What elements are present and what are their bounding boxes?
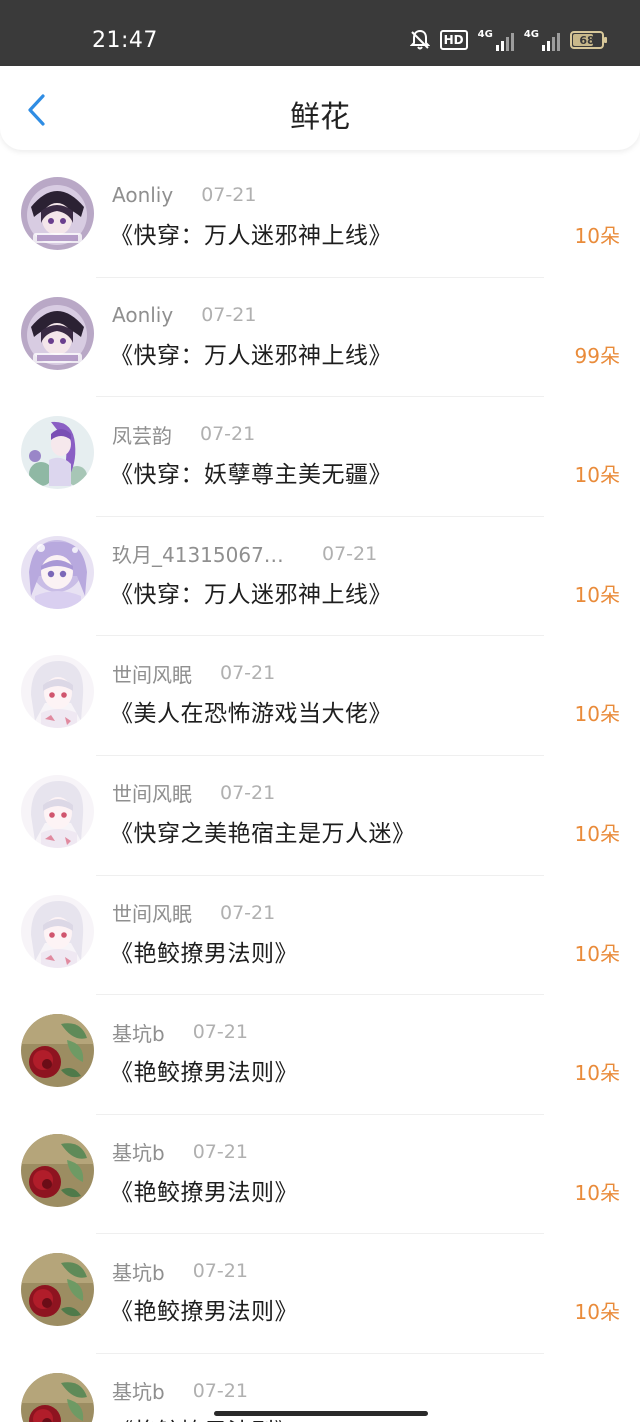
avatar[interactable] — [21, 416, 94, 490]
flower-count: 10朵 — [574, 941, 620, 966]
gift-date: 07-21 — [200, 423, 256, 446]
battery-level: 68 — [579, 33, 595, 47]
user-name[interactable]: 基坑b — [112, 1257, 165, 1286]
avatar[interactable] — [21, 1372, 94, 1422]
user-line: 世间风眠 07-21 — [112, 898, 276, 927]
gift-date: 07-21 — [192, 1260, 248, 1283]
user-name[interactable]: 基坑b — [112, 1137, 165, 1166]
flower-count: 10朵 — [574, 821, 620, 846]
flower-count: 10朵 — [574, 1180, 620, 1205]
page-header: 鲜花 — [0, 66, 640, 150]
book-title[interactable]: 《快穿：万人迷邪神上线》 — [110, 216, 392, 250]
flower-count: 10朵 — [574, 1300, 620, 1325]
flower-count: 10朵 — [574, 463, 620, 488]
gift-date: 07-21 — [192, 1021, 248, 1044]
user-line: 基坑b 07-21 — [112, 1257, 248, 1286]
user-line: Aonliy 07-21 — [112, 302, 256, 328]
user-line: 基坑b 07-21 — [112, 1018, 248, 1047]
book-title[interactable]: 《美人在恐怖游戏当大佬》 — [110, 694, 392, 728]
gift-date: 07-21 — [322, 542, 378, 565]
user-name[interactable]: 基坑b — [112, 1376, 165, 1405]
user-name[interactable]: 基坑b — [112, 1018, 165, 1047]
user-name[interactable]: Aonliy — [112, 183, 173, 207]
book-title[interactable]: 《艳鲛撩男法则》 — [110, 1053, 298, 1087]
book-title[interactable]: 《快穿之美艳宿主是万人迷》 — [110, 814, 416, 848]
list-item[interactable]: 基坑b 07-21 《艳鲛撩男法则》 10朵 — [0, 995, 640, 1115]
list-item[interactable]: 基坑b 07-21 《艳鲛撩男法则》 10朵 — [0, 1115, 640, 1235]
avatar[interactable] — [21, 1253, 94, 1327]
avatar[interactable] — [21, 894, 94, 968]
book-title[interactable]: 《快穿：万人迷邪神上线》 — [110, 575, 392, 609]
flower-count: 10朵 — [574, 582, 620, 607]
list-item[interactable]: Aonliy 07-21 《快穿：万人迷邪神上线》 10朵 — [0, 158, 640, 278]
gift-date: 07-21 — [192, 1379, 248, 1402]
user-line: 基坑b 07-21 — [112, 1137, 248, 1166]
list-item[interactable]: 世间风眠 07-21 《美人在恐怖游戏当大佬》 10朵 — [0, 636, 640, 756]
book-title[interactable]: 《艳鲛撩男法则》 — [110, 1173, 298, 1207]
signal-icon-1: 4G — [478, 29, 514, 51]
user-name[interactable]: 世间风眠 — [112, 659, 192, 688]
user-line: 凤芸韵 07-21 — [112, 420, 256, 449]
gift-date: 07-21 — [201, 184, 257, 206]
hd-voice-icon: HD — [439, 30, 468, 50]
user-line: 基坑b 07-21 — [112, 1376, 248, 1405]
gift-date: 07-21 — [201, 303, 257, 326]
gift-date: 07-21 — [192, 1140, 248, 1163]
avatar[interactable] — [21, 774, 94, 848]
flower-list: Aonliy 07-21 《快穿：万人迷邪神上线》 10朵 Aonliy 07-… — [0, 158, 640, 1422]
status-icons: HD 4G 4G 68 — [409, 28, 607, 52]
list-item[interactable]: 凤芸韵 07-21 《快穿：妖孽尊主美无疆》 10朵 — [0, 397, 640, 517]
user-line: 世间风眠 07-21 — [112, 778, 276, 807]
bell-off-icon — [409, 29, 430, 51]
avatar[interactable] — [21, 1133, 94, 1207]
avatar[interactable] — [21, 535, 94, 609]
avatar[interactable] — [21, 655, 94, 729]
battery-icon: 68 — [570, 31, 607, 49]
book-title[interactable]: 《艳鲛撩男法则》 — [110, 1292, 298, 1326]
user-name[interactable]: 世间风眠 — [112, 898, 192, 927]
flower-count: 10朵 — [574, 224, 620, 248]
gift-date: 07-21 — [220, 901, 276, 924]
signal-icon-2: 4G — [524, 29, 560, 51]
home-indicator[interactable] — [214, 1411, 428, 1416]
status-time: 21:47 — [92, 28, 158, 53]
user-line: Aonliy 07-21 — [112, 182, 256, 208]
list-item[interactable]: 玖月_4131506791... 07-21 《快穿：万人迷邪神上线》 10朵 — [0, 517, 640, 637]
flower-count: 99朵 — [574, 343, 620, 368]
avatar[interactable] — [21, 177, 94, 250]
user-name[interactable]: 凤芸韵 — [112, 420, 172, 449]
gift-date: 07-21 — [220, 662, 276, 685]
user-name[interactable]: Aonliy — [112, 303, 173, 327]
list-item[interactable]: 基坑b 07-21 《艳鲛撩男法则》 10朵 — [0, 1234, 640, 1354]
gift-date: 07-21 — [220, 781, 276, 804]
avatar[interactable] — [21, 296, 94, 370]
list-item[interactable]: Aonliy 07-21 《快穿：万人迷邪神上线》 99朵 — [0, 278, 640, 398]
list-item[interactable]: 世间风眠 07-21 《快穿之美艳宿主是万人迷》 10朵 — [0, 756, 640, 876]
book-title[interactable]: 《艳鲛撩男法则》 — [110, 934, 298, 968]
flower-count: 10朵 — [574, 702, 620, 727]
page-title: 鲜花 — [290, 100, 350, 135]
user-line: 玖月_4131506791... 07-21 — [112, 539, 378, 568]
status-bar: 21:47 HD 4G 4G 68 — [0, 0, 640, 66]
flower-count: 10朵 — [574, 1061, 620, 1086]
flower-count: 10朵 — [575, 1416, 620, 1422]
book-title[interactable]: 《快穿：万人迷邪神上线》 — [110, 336, 392, 370]
user-line: 世间风眠 07-21 — [112, 659, 276, 688]
user-name[interactable]: 世间风眠 — [112, 778, 192, 807]
book-title[interactable]: 《快穿：妖孽尊主美无疆》 — [110, 455, 392, 489]
avatar[interactable] — [21, 1014, 94, 1088]
list-item[interactable]: 世间风眠 07-21 《艳鲛撩男法则》 10朵 — [0, 876, 640, 996]
user-name[interactable]: 玖月_4131506791... — [112, 539, 294, 568]
